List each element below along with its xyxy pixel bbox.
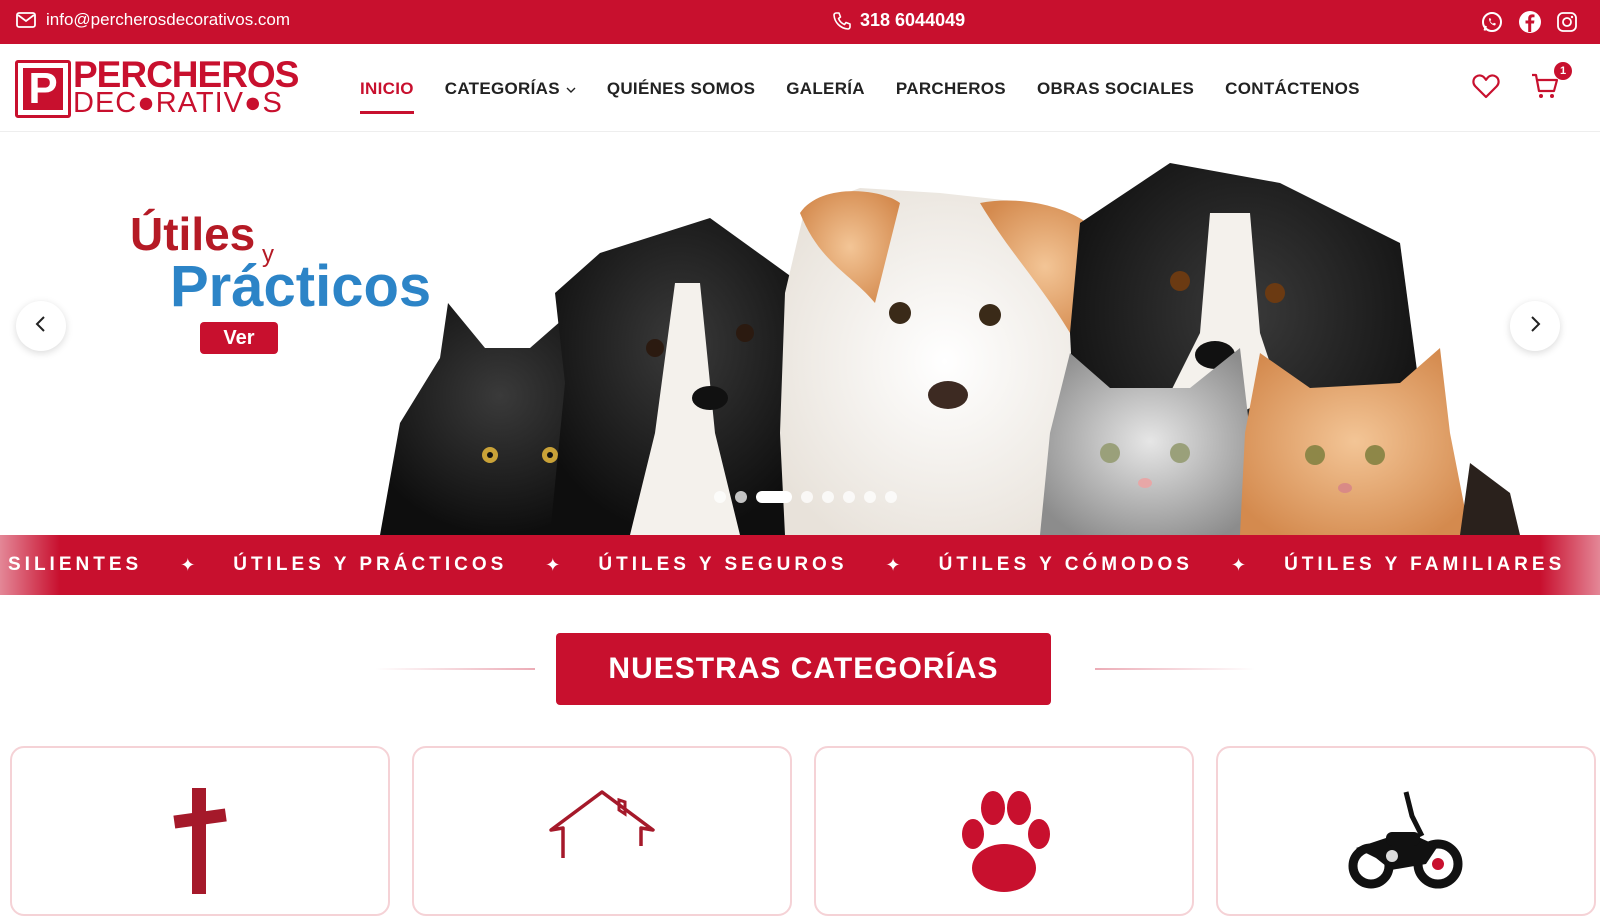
hero-slider: Útiles y Prácticos Ver — [0, 133, 1600, 535]
sparkle-icon: ✦ — [885, 554, 901, 575]
category-card-home[interactable] — [412, 746, 792, 916]
nav-item-obras-sociales[interactable]: OBRAS SOCIALES — [1037, 76, 1194, 102]
marquee-fade-right — [1540, 535, 1600, 595]
marquee-item: ÚTILES Y PRÁCTICOS — [233, 554, 508, 575]
nav-item-inicio[interactable]: INICIO — [360, 76, 414, 114]
sparkle-icon: ✦ — [180, 554, 196, 575]
phone-text: 318 6044049 — [860, 10, 966, 30]
nav-item-categorias[interactable]: CATEGORÍAS — [445, 76, 576, 102]
social-links — [1480, 10, 1578, 34]
main-menu: INICIO CATEGORÍAS QUIÉNES SOMOS GALERÍA … — [360, 76, 1391, 114]
nav-item-galeria[interactable]: GALERÍA — [786, 76, 865, 102]
nav-item-quienes-somos[interactable]: QUIÉNES SOMOS — [607, 76, 755, 102]
slider-dots — [714, 491, 897, 503]
logo-text-line2: DEC●RATIV●S — [73, 87, 283, 119]
cross-icon — [170, 786, 230, 901]
phone-icon — [832, 11, 852, 31]
phone-contact[interactable]: 318 6044049 — [832, 10, 965, 31]
cart-icon — [1530, 73, 1560, 104]
category-card-motorcycle[interactable] — [1216, 746, 1596, 916]
email-text: info@percherosdecorativos.com — [46, 10, 291, 29]
paw-icon — [949, 786, 1059, 901]
slider-dot[interactable] — [801, 491, 813, 503]
facebook-icon[interactable] — [1518, 10, 1542, 34]
marquee-item: ÚTILES Y FAMILIARES — [1284, 554, 1566, 575]
slider-dot[interactable] — [756, 491, 792, 503]
category-card-religious[interactable] — [10, 746, 390, 916]
chevron-left-icon — [34, 315, 48, 338]
slider-prev-button[interactable] — [16, 301, 66, 351]
site-logo[interactable]: P PERCHEROS DEC●RATIV●S — [15, 54, 299, 119]
divider-right — [1095, 668, 1255, 670]
motorcycle-icon — [1346, 786, 1466, 901]
hero-pets-image — [380, 163, 1520, 535]
section-title: NUESTRAS CATEGORÍAS — [556, 633, 1051, 705]
nav-item-contactenos[interactable]: CONTÁCTENOS — [1225, 76, 1360, 102]
mail-icon — [16, 12, 36, 28]
hero-ver-button[interactable]: Ver — [200, 322, 278, 354]
sparkle-icon: ✦ — [1230, 554, 1247, 575]
logo-mark: P — [15, 60, 71, 118]
cart-count-badge: 1 — [1554, 62, 1572, 80]
slider-dot[interactable] — [864, 491, 876, 503]
nav-item-parcheros[interactable]: PARCHEROS — [896, 76, 1006, 102]
chevron-right-icon — [1528, 315, 1542, 338]
slider-dot[interactable] — [885, 491, 897, 503]
heart-icon[interactable] — [1472, 73, 1500, 104]
marquee-banner: SILIENTES ✦ ÚTILES Y PRÁCTICOS ✦ ÚTILES Y SE… — [0, 535, 1600, 595]
marquee-item: ÚTILES Y CÓMODOS — [938, 554, 1193, 575]
instagram-icon[interactable] — [1556, 11, 1578, 33]
category-card-pets[interactable] — [814, 746, 1194, 916]
slider-dot[interactable] — [714, 491, 726, 503]
marquee-fade-left — [0, 535, 60, 595]
divider-left — [375, 668, 535, 670]
house-icon — [547, 786, 657, 871]
sparkle-icon: ✦ — [545, 554, 561, 575]
top-bar: info@percherosdecorativos.com 318 604404… — [0, 0, 1600, 44]
slider-dot[interactable] — [735, 491, 747, 503]
slider-dot[interactable] — [843, 491, 855, 503]
slider-dot[interactable] — [822, 491, 834, 503]
cart-button[interactable]: 1 — [1530, 62, 1572, 105]
nav-icons: 1 — [1472, 62, 1572, 105]
slider-next-button[interactable] — [1510, 301, 1560, 351]
email-contact[interactable]: info@percherosdecorativos.com — [16, 10, 290, 30]
chevron-down-icon — [566, 79, 576, 99]
marquee-track: SILIENTES ✦ ÚTILES Y PRÁCTICOS ✦ ÚTILES Y SE… — [8, 535, 1600, 595]
marquee-item: ÚTILES Y SEGUROS — [598, 554, 848, 575]
whatsapp-icon[interactable] — [1480, 10, 1504, 34]
